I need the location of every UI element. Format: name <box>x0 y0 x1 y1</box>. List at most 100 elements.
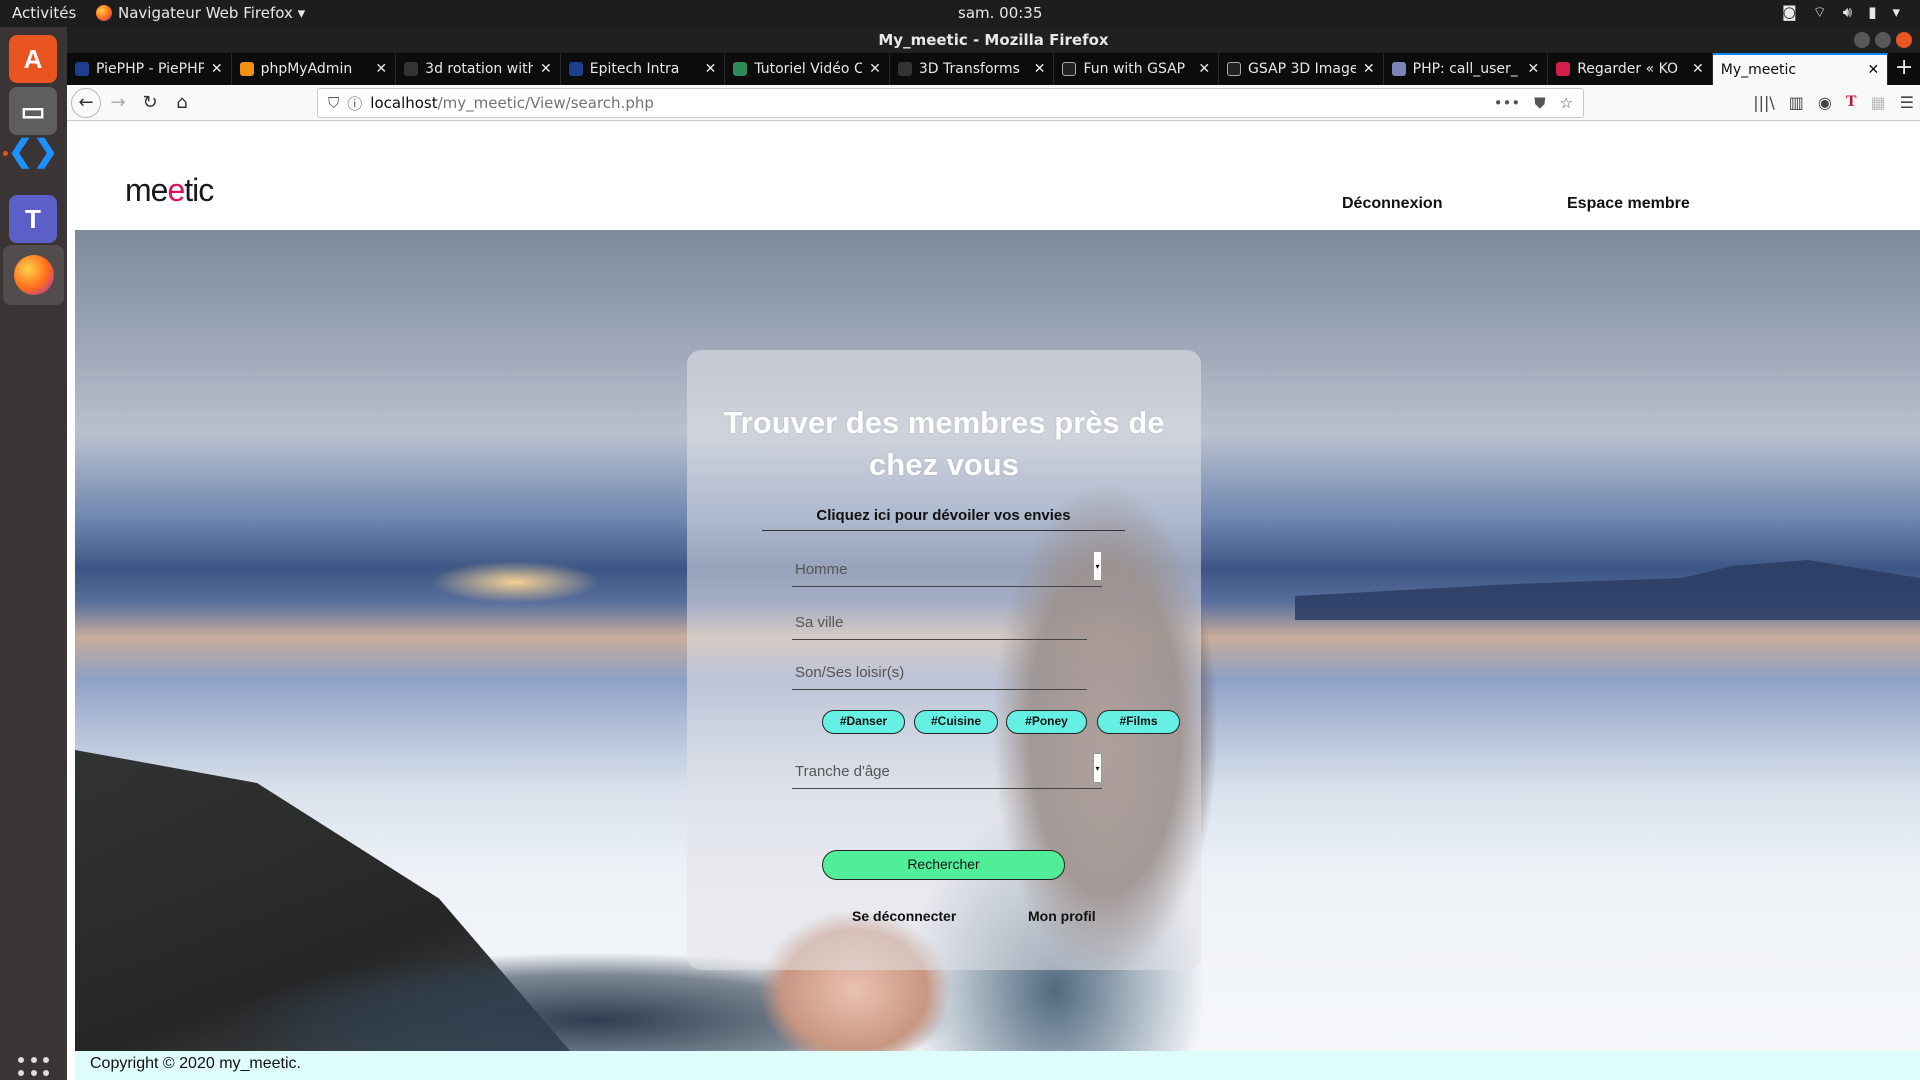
dock: A ▭ ❮❯ T <box>0 27 67 1080</box>
extension-t-icon[interactable]: T <box>1846 93 1857 112</box>
volume-icon[interactable]: 🔊︎ <box>1843 3 1852 22</box>
close-tab-icon[interactable]: ✕ <box>1363 61 1375 77</box>
sidebar-icon[interactable]: ▥ <box>1789 93 1804 112</box>
tab[interactable]: Epitech Intra ✕ <box>561 53 726 85</box>
system-tray[interactable]: ◙ ⌔ 🔊︎ ▮ ▾ <box>1782 3 1900 22</box>
vscode-icon[interactable]: ❮❯ <box>8 127 58 175</box>
nav-logout-link[interactable]: Déconnexion <box>1342 195 1442 213</box>
ubuntu-software-icon[interactable]: A <box>9 35 57 83</box>
hero-background-image: Trouver des membres près de chez vous Cl… <box>75 230 1920 1078</box>
tab-favicon-icon <box>1227 62 1242 76</box>
tab[interactable]: phpMyAdmin ✕ <box>232 53 397 85</box>
tab-title: phpMyAdmin <box>260 61 353 77</box>
tab[interactable]: Regarder « KO ✕ <box>1548 53 1713 85</box>
chevron-down-icon[interactable]: ▾ <box>1892 3 1900 22</box>
tab[interactable]: GSAP 3D Image ✕ <box>1219 53 1384 85</box>
close-tab-icon[interactable]: ✕ <box>375 61 387 77</box>
wifi-icon[interactable]: ⌔ <box>1813 3 1827 22</box>
close-tab-icon[interactable]: ✕ <box>1868 62 1880 78</box>
city-input[interactable]: Sa ville <box>792 608 1087 640</box>
tag-cuisine[interactable]: #Cuisine <box>914 710 998 734</box>
close-tab-icon[interactable]: ✕ <box>1692 61 1704 77</box>
page-actions-icon[interactable]: ••• <box>1494 94 1521 112</box>
maximize-icon[interactable] <box>1875 32 1891 48</box>
info-icon[interactable]: ⓘ <box>347 93 362 114</box>
home-icon[interactable]: ⌂ <box>167 88 197 118</box>
library-icon[interactable]: |||\ <box>1753 93 1775 112</box>
close-window-icon[interactable] <box>1896 32 1912 48</box>
reload-icon[interactable]: ↻ <box>135 88 165 118</box>
tab-title: Fun with GSAP <box>1083 61 1186 77</box>
tab[interactable]: 3d rotation with ✕ <box>396 53 561 85</box>
tab[interactable]: PiePHP - PiePHP ✕ <box>67 53 232 85</box>
tab-favicon-icon <box>1062 62 1077 76</box>
tab-title: PHP: call_user_ <box>1412 61 1518 77</box>
firefox-icon[interactable] <box>3 245 64 305</box>
close-tab-icon[interactable]: ✕ <box>705 61 717 77</box>
chevron-down-icon[interactable]: ▾ <box>1093 551 1102 581</box>
tab[interactable]: 3D Transforms ✕ <box>890 53 1055 85</box>
activities-button[interactable]: Activités <box>12 4 76 22</box>
chevron-down-icon[interactable]: ▾ <box>1093 753 1102 783</box>
back-arrow-icon[interactable]: ← <box>71 87 101 118</box>
firefox-icon <box>96 5 112 21</box>
meetic-logo[interactable]: meetic <box>125 172 214 209</box>
gender-select[interactable]: Homme ▾ <box>792 551 1102 587</box>
pocket-icon[interactable]: ⛊ <box>1534 94 1545 112</box>
show-applications-icon[interactable] <box>18 1057 50 1080</box>
close-tab-icon[interactable]: ✕ <box>1034 61 1046 77</box>
age-range-select[interactable]: Tranche d'âge ▾ <box>792 753 1102 789</box>
url-bar[interactable]: ⛉ ⓘ localhost/my_meetic/View/search.php … <box>317 88 1584 118</box>
minimize-icon[interactable] <box>1854 32 1870 48</box>
hobbies-input[interactable]: Son/Ses loisir(s) <box>792 658 1087 690</box>
tab-title: 3d rotation with <box>425 61 533 77</box>
forward-arrow-icon[interactable]: → <box>103 88 133 118</box>
close-tab-icon[interactable]: ✕ <box>1527 61 1539 77</box>
app-menu-label: Navigateur Web Firefox ▾ <box>118 4 306 22</box>
close-tab-icon[interactable]: ✕ <box>869 61 881 77</box>
reveal-preferences-link[interactable]: Cliquez ici pour dévoiler vos envies <box>762 507 1125 531</box>
tab-title: My_meetic <box>1720 62 1797 78</box>
system-top-bar: Activités Navigateur Web Firefox ▾ sam. … <box>0 0 1920 27</box>
tab[interactable]: Tutoriel Vidéo C ✕ <box>725 53 890 85</box>
hamburger-menu-icon[interactable]: ☰ <box>1900 93 1914 112</box>
tab-favicon-icon <box>568 62 583 76</box>
logo-heart: e <box>167 172 185 208</box>
discord-icon[interactable]: ◙ <box>1782 3 1797 22</box>
nav-member-space-link[interactable]: Espace membre <box>1567 195 1690 213</box>
battery-icon[interactable]: ▮ <box>1868 3 1876 22</box>
tab-favicon-icon <box>897 62 912 76</box>
age-range-select-value: Tranche d'âge <box>795 763 890 780</box>
tab-bar: PiePHP - PiePHP ✕ phpMyAdmin ✕ 3d rotation… <box>67 53 1920 85</box>
account-icon[interactable]: ◉ <box>1818 93 1832 112</box>
city-placeholder: Sa ville <box>795 614 844 631</box>
tag-danser[interactable]: #Danser <box>822 710 905 734</box>
close-tab-icon[interactable]: ✕ <box>1198 61 1210 77</box>
shield-icon[interactable]: ⛉ <box>328 94 339 112</box>
logout-link[interactable]: Se déconnecter <box>852 908 956 924</box>
clock[interactable]: sam. 00:35 <box>958 4 1042 22</box>
close-tab-icon[interactable]: ✕ <box>211 61 223 77</box>
tab-favicon-icon <box>1556 62 1571 76</box>
tab-favicon-icon <box>75 62 89 76</box>
new-tab-icon[interactable]: + <box>1888 53 1920 85</box>
gender-select-value: Homme <box>795 561 848 578</box>
extension-icon[interactable]: ▦ <box>1871 93 1886 112</box>
navigation-toolbar: ← → ↻ ⌂ ⛉ ⓘ localhost/my_meetic/View/sea… <box>67 85 1920 121</box>
close-tab-icon[interactable]: ✕ <box>540 61 552 77</box>
window-title: My_meetic - Mozilla Firefox <box>878 31 1109 49</box>
tag-poney[interactable]: #Poney <box>1006 710 1087 734</box>
tab[interactable]: PHP: call_user_ ✕ <box>1384 53 1549 85</box>
tab-selected[interactable]: My_meetic ✕ <box>1712 53 1889 85</box>
bookmark-star-icon[interactable]: ☆ <box>1560 94 1573 112</box>
teams-icon[interactable]: T <box>9 195 57 243</box>
toolbar-right: |||\ ▥ ◉ T ▦ ☰ <box>1753 93 1914 112</box>
tag-films[interactable]: #Films <box>1097 710 1180 734</box>
search-button[interactable]: Rechercher <box>822 850 1065 880</box>
tab-favicon-icon <box>1391 62 1406 76</box>
app-menu[interactable]: Navigateur Web Firefox ▾ <box>96 4 305 22</box>
tab-title: GSAP 3D Image <box>1248 61 1356 77</box>
profile-link[interactable]: Mon profil <box>1028 908 1096 924</box>
tab-title: Epitech Intra <box>589 61 680 77</box>
tab[interactable]: Fun with GSAP ✕ <box>1054 53 1220 85</box>
